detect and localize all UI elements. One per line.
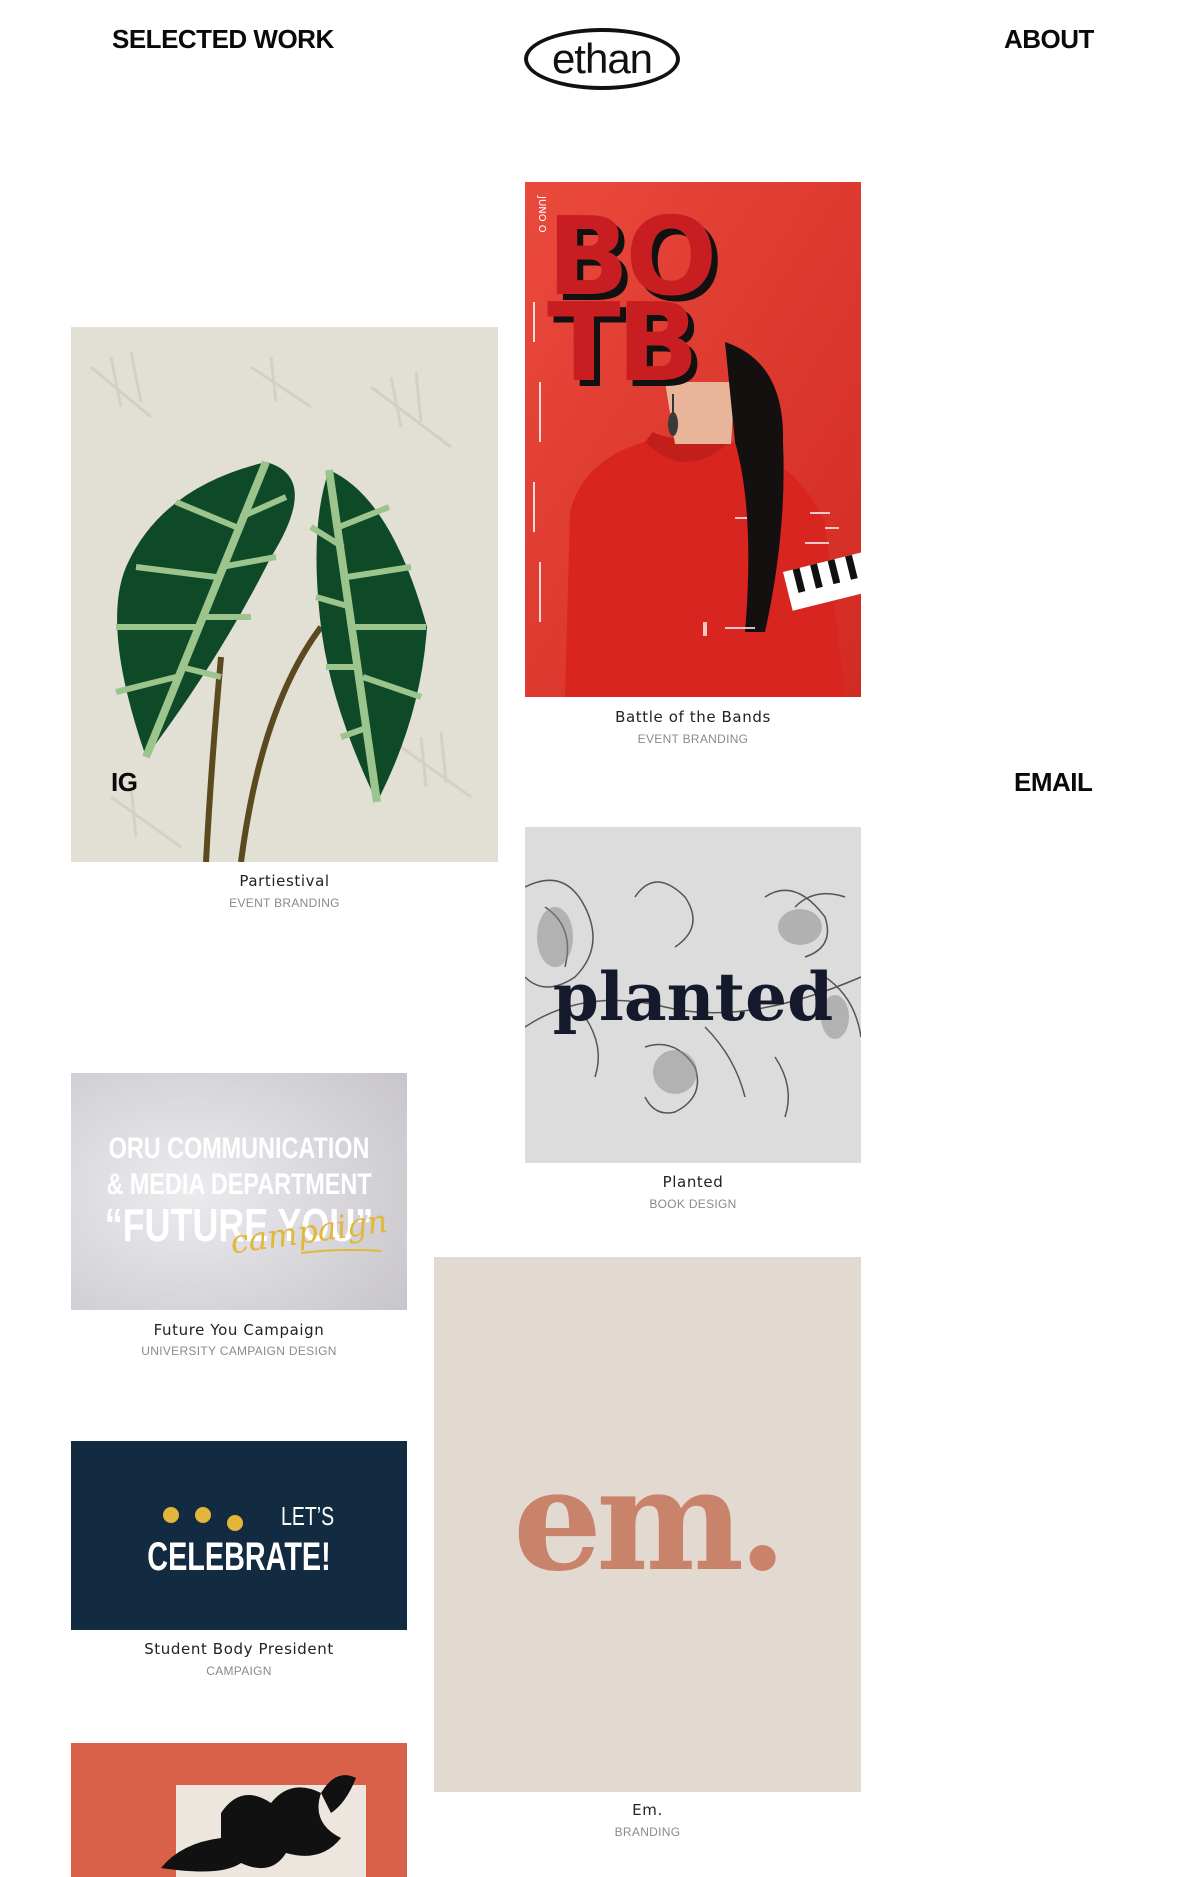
logo-text: ethan bbox=[551, 35, 653, 82]
abstract-artwork bbox=[71, 1743, 407, 1877]
nav-selected-work[interactable]: SELECTED WORK bbox=[112, 24, 334, 55]
project-category: BOOK DESIGN bbox=[649, 1197, 737, 1211]
future-you-artwork: ORU COMMUNICATION & MEDIA DEPARTMENT “FU… bbox=[71, 1073, 407, 1310]
future-line-2: & MEDIA DEPARTMENT bbox=[106, 1167, 372, 1200]
project-card-partiestival[interactable]: Partiestival EVENT BRANDING bbox=[71, 327, 498, 917]
celebrate-artwork: LET’S CELEBRATE! bbox=[71, 1441, 407, 1630]
celebrate-line-1: LET’S bbox=[281, 1501, 334, 1530]
project-card-untitled-partial[interactable] bbox=[71, 1743, 407, 1877]
em-artwork: em. bbox=[434, 1257, 861, 1792]
project-title: Student Body President bbox=[144, 1640, 334, 1658]
project-thumbnail: ORU COMMUNICATION & MEDIA DEPARTMENT “FU… bbox=[71, 1073, 407, 1310]
celebrate-line-2: CELEBRATE! bbox=[147, 1534, 330, 1579]
project-card-battle-of-the-bands[interactable]: BO BO TB TB JUNO O Battle of the Bands E… bbox=[525, 182, 861, 752]
project-card-planted[interactable]: planted Planted BOOK DESIGN bbox=[525, 827, 861, 1217]
project-title: Future You Campaign bbox=[153, 1321, 325, 1339]
project-thumbnail: LET’S CELEBRATE! bbox=[71, 1441, 407, 1630]
project-title: Em. bbox=[632, 1801, 663, 1819]
planted-wordmark: planted bbox=[553, 958, 834, 1036]
project-category: EVENT BRANDING bbox=[637, 732, 749, 746]
botb-artwork: BO BO TB TB JUNO O bbox=[525, 182, 861, 697]
project-category: BRANDING bbox=[614, 1825, 681, 1839]
project-card-student-body-president[interactable]: LET’S CELEBRATE! Student Body President … bbox=[71, 1441, 407, 1686]
project-title: Battle of the Bands bbox=[615, 708, 771, 726]
project-category: UNIVERSITY CAMPAIGN DESIGN bbox=[141, 1344, 337, 1358]
project-title: Planted bbox=[662, 1173, 724, 1191]
project-category: EVENT BRANDING bbox=[229, 896, 340, 910]
nav-ig[interactable]: IG bbox=[111, 767, 138, 798]
nav-about[interactable]: ABOUT bbox=[1004, 24, 1094, 55]
project-title: Partiestival bbox=[239, 872, 330, 890]
logo[interactable]: ethan bbox=[524, 28, 680, 90]
nav-email[interactable]: EMAIL bbox=[1014, 767, 1093, 798]
project-card-future-you[interactable]: ORU COMMUNICATION & MEDIA DEPARTMENT “FU… bbox=[71, 1073, 407, 1363]
em-wordmark: em. bbox=[513, 1439, 781, 1603]
project-thumbnail: planted bbox=[525, 827, 861, 1163]
botb-letters-bottom-shadow: TB bbox=[547, 281, 695, 406]
project-category: CAMPAIGN bbox=[206, 1664, 272, 1678]
project-thumbnail bbox=[71, 1743, 407, 1877]
botb-side-text: JUNO O bbox=[536, 195, 547, 233]
project-card-em[interactable]: em. Em. BRANDING bbox=[434, 1257, 861, 1847]
future-line-1: ORU COMMUNICATION bbox=[109, 1131, 370, 1164]
planted-artwork: planted bbox=[525, 827, 861, 1163]
project-thumbnail: em. bbox=[434, 1257, 861, 1792]
project-thumbnail: BO BO TB TB JUNO O bbox=[525, 182, 861, 697]
